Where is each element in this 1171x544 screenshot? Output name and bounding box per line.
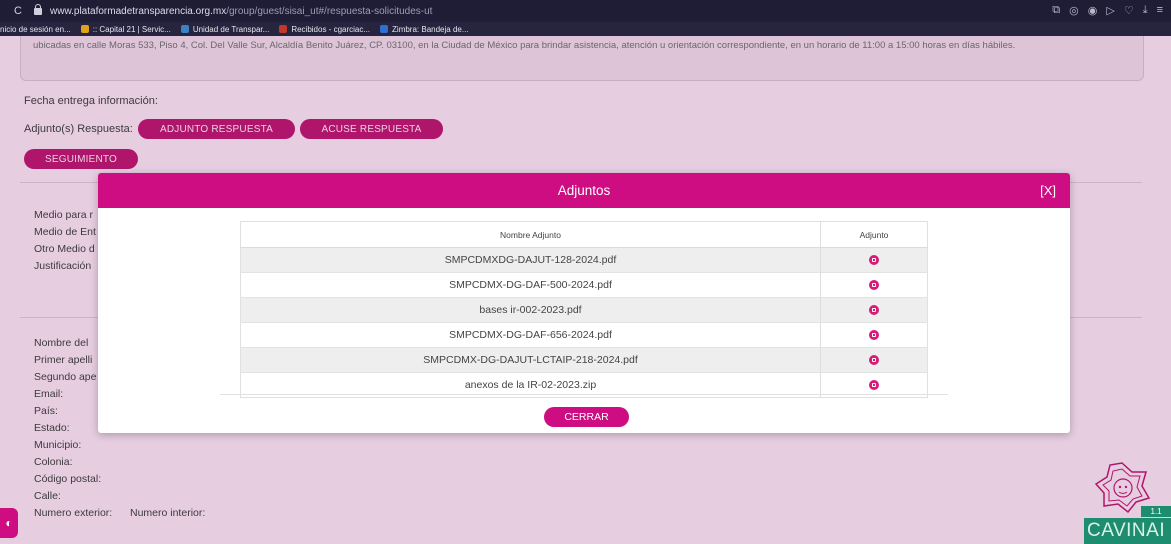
field-codigo-postal: Código postal: xyxy=(34,473,102,485)
column-header-adjunto: Adjunto xyxy=(820,221,928,248)
modal-header: Adjuntos [X] xyxy=(98,173,1070,208)
download-icon[interactable] xyxy=(869,280,879,291)
bookmark-favicon-icon xyxy=(279,25,288,33)
fecha-entrega-label: Fecha entrega información: xyxy=(24,95,158,107)
bookmark-favicon-icon xyxy=(180,25,189,33)
bookmark-label: Recibidos - cgarciac... xyxy=(291,24,371,34)
download-icon[interactable] xyxy=(869,330,879,341)
bookmark-item[interactable]: nicio de sesión en... xyxy=(0,25,71,34)
heart-icon[interactable]: ♡ xyxy=(1124,4,1134,17)
bookmark-label: Zimbra: Bandeja de... xyxy=(392,24,469,34)
info-box: ubicadas en calle Moras 533, Piso 4, Col… xyxy=(20,36,1144,81)
field-nombre: Nombre del xyxy=(34,337,89,349)
bookmark-item[interactable]: :: Capital 21 | Servic... xyxy=(80,24,171,34)
file-name-cell: SMPCDMX-DG-DAJUT-LCTAIP-218-2024.pdf xyxy=(240,347,821,373)
version-badge: 1.1 xyxy=(1141,506,1171,517)
field-email: Email: xyxy=(34,388,64,400)
bookmark-item[interactable]: Unidad de Transpar... xyxy=(180,24,270,34)
field-municipio: Municipio: xyxy=(34,439,82,451)
download-icon[interactable] xyxy=(869,305,879,316)
adjuntos-label: Adjunto(s) Respuesta: xyxy=(24,123,133,135)
field-segundo-apellido: Segundo ape xyxy=(34,371,97,383)
download-cell xyxy=(820,347,928,373)
field-justificacion: Justificación xyxy=(34,260,92,272)
attachments-table: Nombre Adjunto Adjunto SMPCDMXDG-DAJUT-1… xyxy=(240,221,928,398)
seguimiento-button[interactable]: SEGUIMIENTO xyxy=(24,149,138,169)
download-cell xyxy=(820,322,928,348)
address-bar: C www.plataformadetransparencia.org.mx/g… xyxy=(0,0,1171,22)
download-icon[interactable] xyxy=(869,380,879,391)
field-primer-apellido: Primer apelli xyxy=(34,354,93,366)
field-numero-exterior: Numero exterior: xyxy=(34,507,113,519)
bookmark-label: :: Capital 21 | Servic... xyxy=(92,24,171,34)
acuse-respuesta-button[interactable]: ACUSE RESPUESTA xyxy=(300,119,443,139)
download-browser-icon[interactable]: ⤓ xyxy=(1143,4,1148,17)
bookmark-label: nicio de sesión en... xyxy=(0,24,71,34)
camera-icon[interactable]: ◎ xyxy=(1069,4,1079,17)
file-name-cell: SMPCDMX-DG-DAF-500-2024.pdf xyxy=(240,272,821,298)
close-icon[interactable]: [X] xyxy=(1040,173,1056,208)
bookmark-item[interactable]: Recibidos - cgarciac... xyxy=(279,25,370,34)
modal-title: Adjuntos xyxy=(557,183,611,198)
bookmarks-bar: nicio de sesión en...:: Capital 21 | Ser… xyxy=(0,22,1171,36)
download-icon[interactable] xyxy=(869,255,879,266)
table-row: SMPCDMX-DG-DAF-500-2024.pdf xyxy=(240,272,928,298)
logo-text: CAVINAI xyxy=(1084,518,1171,544)
adjuntos-modal: Adjuntos [X] Nombre Adjunto Adjunto SMPC… xyxy=(98,173,1070,433)
bookmark-label: Unidad de Transpar... xyxy=(192,24,270,34)
table-row: SMPCDMX-DG-DAJUT-LCTAIP-218-2024.pdf xyxy=(240,347,928,373)
download-cell xyxy=(820,297,928,323)
bookmark-favicon-icon xyxy=(380,25,389,33)
field-medio-entrega: Medio de Ent xyxy=(34,226,96,238)
url-path: /group/guest/sisai_ut#/respuesta-solicit… xyxy=(226,5,433,17)
download-cell xyxy=(820,272,928,298)
extension-icon[interactable]: ⧉ xyxy=(1052,4,1060,17)
download-icon[interactable] xyxy=(869,355,879,366)
settings-icon[interactable]: ◉ xyxy=(1088,4,1098,17)
lock-icon xyxy=(34,3,42,15)
field-colonia: Colonia: xyxy=(34,456,73,468)
file-name-cell: bases ir-002-2023.pdf xyxy=(240,297,821,323)
url-host: www.plataformadetransparencia.org.mx xyxy=(50,5,227,17)
play-icon[interactable]: ▷ xyxy=(1106,4,1114,17)
bookmark-favicon-icon xyxy=(80,25,89,33)
column-header-nombre: Nombre Adjunto xyxy=(240,221,821,248)
table-row: bases ir-002-2023.pdf xyxy=(240,297,928,323)
bookmark-item[interactable]: Zimbra: Bandeja de... xyxy=(380,24,469,34)
field-otro-medio: Otro Medio d xyxy=(34,243,95,255)
table-header-row: Nombre Adjunto Adjunto xyxy=(240,221,928,248)
file-name-cell: SMPCDMX-DG-DAF-656-2024.pdf xyxy=(240,322,821,348)
cavinai-logo[interactable]: 1.1 CAVINAI xyxy=(1078,458,1171,544)
url-field[interactable]: www.plataformadetransparencia.org.mx/gro… xyxy=(50,6,432,17)
adjunto-respuesta-button[interactable]: ADJUNTO RESPUESTA xyxy=(138,119,295,139)
browser-toolbar-icons: ⧉ ◎ ◉ ▷ ♡ ⤓ ≡ xyxy=(1052,4,1163,17)
reload-icon[interactable]: C xyxy=(14,5,24,17)
accessibility-icon[interactable]: ◐ xyxy=(0,508,18,538)
field-estado: Estado: xyxy=(34,422,70,434)
cerrar-button[interactable]: CERRAR xyxy=(544,407,629,427)
table-row: SMPCDMXDG-DAJUT-128-2024.pdf xyxy=(240,247,928,273)
table-row: SMPCDMX-DG-DAF-656-2024.pdf xyxy=(240,322,928,348)
download-cell xyxy=(820,247,928,273)
field-medio-respuesta: Medio para r xyxy=(34,209,93,221)
field-numero-interior: Numero interior: xyxy=(130,507,206,519)
field-calle: Calle: xyxy=(34,490,61,502)
info-text: ubicadas en calle Moras 533, Piso 4, Col… xyxy=(33,40,1016,51)
file-name-cell: SMPCDMXDG-DAJUT-128-2024.pdf xyxy=(240,247,821,273)
field-pais: País: xyxy=(34,405,58,417)
modal-footer-divider xyxy=(220,394,948,395)
menu-icon[interactable]: ≡ xyxy=(1157,4,1163,17)
